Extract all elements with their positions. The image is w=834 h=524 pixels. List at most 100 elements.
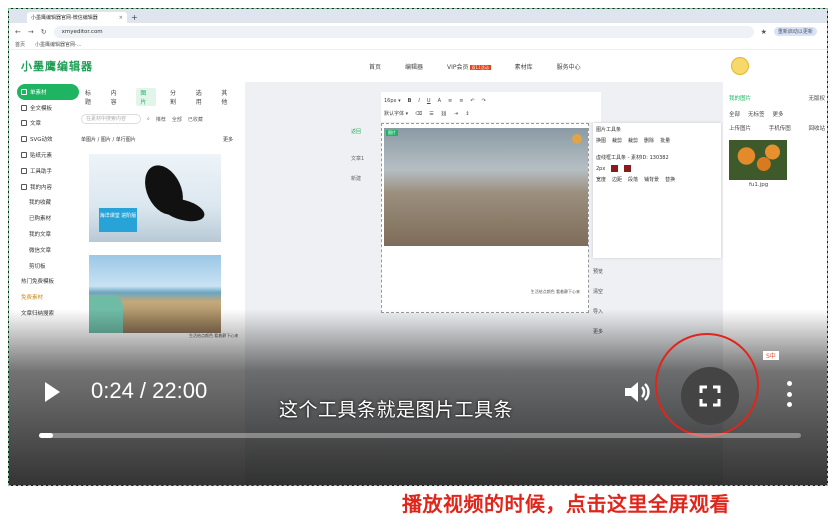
menu-clear[interactable]: 清空 (593, 282, 603, 302)
reload-icon[interactable]: ↻ (41, 28, 47, 36)
menu-subitem[interactable]: 剪切板 (17, 258, 79, 274)
tool-delete[interactable]: 删除 (644, 137, 654, 144)
tab-close-icon[interactable]: × (119, 15, 123, 21)
subtab-more[interactable]: 更多 (773, 110, 784, 118)
back-icon[interactable]: ← (15, 28, 21, 36)
font-size-select[interactable]: 16px ▾ (384, 98, 401, 104)
tool-background[interactable]: 铺背景 (644, 176, 659, 183)
menu-subitem[interactable]: 我的文章 (17, 226, 79, 242)
tool-crop[interactable]: 裁剪 (612, 137, 622, 144)
subtab-untagged[interactable]: 无标签 (748, 110, 765, 118)
progress-fill (39, 433, 53, 438)
bold-icon[interactable]: B (408, 98, 412, 104)
image-thumbnail[interactable] (729, 140, 787, 180)
progress-bar[interactable] (39, 433, 801, 438)
filter-favorited[interactable]: 已收藏 (188, 116, 203, 123)
align-center-icon[interactable]: ≡ (459, 98, 463, 104)
browser-tab[interactable]: 小墨鹰编辑器官网-微信编辑器 × (27, 12, 127, 23)
thumbnail-caption: fu1.jpg (749, 182, 769, 188)
fullscreen-button[interactable] (681, 367, 739, 425)
nav-library[interactable]: 素材库 (515, 62, 533, 71)
recycle-button[interactable]: 回收站 (808, 124, 825, 132)
more-link[interactable]: 更多 (223, 136, 233, 143)
nav-home[interactable]: 首页 (369, 62, 381, 71)
tool-swap[interactable]: 替换 (665, 176, 675, 183)
new-tab-button[interactable]: + (131, 12, 138, 23)
tool-replace[interactable]: 换图 (596, 137, 606, 144)
star-icon[interactable]: ★ (761, 28, 767, 36)
color-icon[interactable]: A (438, 98, 441, 104)
subtab-all[interactable]: 全部 (729, 110, 740, 118)
site-logo[interactable]: 小墨鹰编辑器 (21, 58, 93, 74)
volume-icon[interactable] (623, 379, 651, 407)
filter-all[interactable]: 全部 (172, 116, 182, 123)
document-image[interactable]: 图片 (384, 128, 588, 246)
font-select[interactable]: 默认字体 ▾ (384, 110, 408, 117)
menu-item[interactable]: 热门免费模板 (17, 274, 79, 290)
search-input[interactable]: 在素材中搜索内容 (81, 114, 141, 124)
update-badge[interactable]: 重新启动以更新 (773, 27, 817, 36)
color-swatch[interactable] (611, 165, 619, 172)
redo-icon[interactable]: ↷ (482, 98, 486, 104)
sticker-icon (21, 152, 27, 159)
menu-item[interactable]: 文章 (17, 116, 79, 132)
filter-recommend[interactable]: 推荐 (156, 116, 166, 123)
breadcrumb: 单图片 / 图片 / 单行图片 更多 (81, 136, 233, 143)
menu-item[interactable]: 工具助手 (17, 163, 79, 179)
list-icon[interactable]: ☰ (429, 111, 433, 117)
tool-margin[interactable]: 边距 (612, 176, 622, 183)
forward-icon[interactable]: → (28, 28, 34, 36)
menu-subitem[interactable]: 微信文章 (17, 242, 79, 258)
doc-tab[interactable]: 文章1 (351, 155, 364, 162)
right-actions: 上传图片 手机传图 回收站 (729, 124, 825, 132)
italic-icon[interactable]: I (418, 98, 419, 104)
ime-toolbar: S中 (763, 351, 779, 360)
menu-subitem[interactable]: 已购素材 (17, 210, 79, 226)
bookmark-item[interactable]: 首页 (15, 41, 25, 48)
tool-crop[interactable]: 裁剪 (628, 137, 638, 144)
clear-format-icon[interactable]: ⌫ (415, 111, 422, 117)
nav-vip[interactable]: VIP会员 双11活动 (447, 62, 491, 71)
avatar[interactable] (731, 57, 749, 75)
tab-usage[interactable]: 选用 (196, 88, 208, 106)
menu-item[interactable]: SVG动效 (17, 131, 79, 147)
tab-divider[interactable]: 分割 (170, 88, 182, 106)
tool-paragraph[interactable]: 段落 (628, 176, 638, 183)
bookmark-item[interactable]: 小墨鹰编辑器官网-... (35, 41, 82, 48)
nav-editor[interactable]: 编辑器 (405, 62, 423, 71)
phone-upload-button[interactable]: 手机传图 (769, 124, 791, 132)
tool-width[interactable]: 宽度 (596, 176, 606, 183)
vip-badge: 双11活动 (469, 65, 491, 70)
search-icon[interactable]: ⌕ (147, 116, 150, 122)
indent-icon[interactable]: ⇥ (454, 111, 458, 117)
new-doc-button[interactable]: 新建 (351, 175, 361, 182)
tab-image[interactable]: 图片 (136, 88, 157, 106)
more-options-button[interactable] (785, 381, 793, 407)
menu-item[interactable]: 贴纸元素 (17, 147, 79, 163)
play-button[interactable] (45, 382, 60, 402)
underline-icon[interactable]: U (427, 98, 431, 104)
tab-my-images[interactable]: 我的图片 (729, 94, 751, 102)
tab-other[interactable]: 其他 (221, 88, 233, 106)
material-card-orca[interactable]: 海洋课堂 进阶版 (89, 154, 221, 242)
tab-content[interactable]: 内容 (111, 88, 123, 106)
undo-icon[interactable]: ↶ (470, 98, 474, 104)
align-left-icon[interactable]: ≡ (448, 98, 452, 104)
address-bar[interactable]: xmyeditor.com (53, 25, 754, 38)
document-area[interactable]: 图片 生活给点颜色 看着静下心来 (381, 123, 589, 313)
tab-title[interactable]: 标题 (85, 88, 97, 106)
spacing-icon[interactable]: ↕ (465, 111, 469, 117)
menu-item[interactable]: 免费素材 (17, 289, 79, 305)
tool-batch[interactable]: 批量 (660, 137, 670, 144)
back-button[interactable]: 返回 (351, 128, 361, 135)
menu-item[interactable]: 全文模板 (17, 100, 79, 116)
color-swatch[interactable] (624, 165, 632, 172)
menu-subitem[interactable]: 我的收藏 (17, 195, 79, 211)
tab-no-copyright[interactable]: 无版权 (808, 94, 825, 102)
menu-preview[interactable]: 预览 (593, 262, 603, 282)
menu-item[interactable]: 单素材 (17, 84, 79, 100)
upload-button[interactable]: 上传图片 (729, 124, 751, 132)
nav-service[interactable]: 服务中心 (557, 62, 581, 71)
link-icon[interactable]: ⛓ (441, 111, 447, 117)
menu-item[interactable]: 我的内容 (17, 179, 79, 195)
